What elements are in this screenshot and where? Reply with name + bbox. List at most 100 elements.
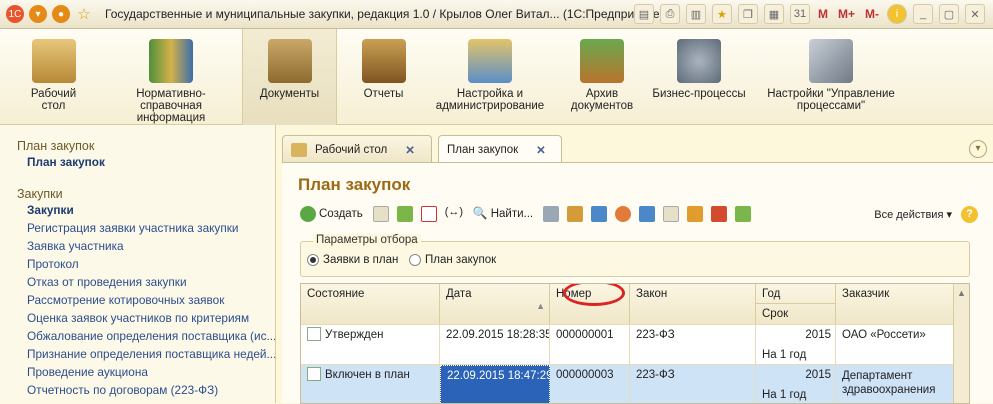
copy-icon[interactable] <box>372 206 389 222</box>
nav-item-refusal[interactable]: Отказ от проведения закупки <box>17 273 275 291</box>
nav-item-purchases[interactable]: Закупки <box>17 201 275 219</box>
section-label: Отчеты <box>363 88 404 100</box>
nav-item-plan[interactable]: План закупок <box>17 153 275 171</box>
radio-plan[interactable]: План закупок <box>409 254 496 266</box>
nav-item-registration[interactable]: Регистрация заявки участника закупки <box>17 219 275 237</box>
maximize-icon[interactable]: ▢ <box>939 4 959 24</box>
section-desktop[interactable]: Рабочий стол <box>16 29 91 125</box>
nav-item-contract-reports[interactable]: Отчетность по договорам (223-ФЗ) <box>17 381 275 399</box>
nav-item-criteria-evaluation[interactable]: Оценка заявок участников по критериям <box>17 309 275 327</box>
nav-item-quotation-review[interactable]: Рассмотрение котировочных заявок <box>17 291 275 309</box>
section-reports[interactable]: Отчеты <box>346 29 421 125</box>
content-area: Рабочий стол ✕ План закупок ✕ ▾ План зак… <box>282 125 993 404</box>
user-icon[interactable] <box>567 206 584 222</box>
find-button[interactable]: Найти... <box>491 208 533 220</box>
col-date[interactable]: Дата ▲ <box>440 284 550 324</box>
table-row[interactable]: Включен в план 22.09.2015 18:47:29 00000… <box>301 364 969 403</box>
save-icon[interactable]: ▤ <box>633 4 654 24</box>
status-cell: Утвержден <box>301 325 440 365</box>
col-status[interactable]: Состояние <box>301 284 440 324</box>
stop-icon[interactable] <box>615 206 632 222</box>
section-archive[interactable]: Архив документов <box>562 29 642 125</box>
back-circle-icon[interactable]: ● <box>52 5 70 23</box>
calculator-icon[interactable]: ▦ <box>763 4 784 24</box>
menu-dropdown-icon[interactable]: ▾ <box>29 5 47 23</box>
section-admin[interactable]: Настройка и администрирование <box>430 29 550 125</box>
col-term[interactable]: Срок <box>756 304 836 324</box>
calendar-icon[interactable]: 31 <box>789 4 810 24</box>
forward-arrow-icon[interactable] <box>639 206 656 222</box>
col-law[interactable]: Закон <box>630 284 756 324</box>
col-year[interactable]: Год <box>756 284 836 304</box>
scroll-up-icon[interactable]: ▲ <box>954 288 969 298</box>
close-tab-icon[interactable]: ✕ <box>405 143 415 157</box>
binders-icon <box>149 39 193 83</box>
create-button[interactable]: Создать <box>319 208 363 220</box>
status-cell: Включен в план <box>301 365 440 403</box>
app-logo-icon[interactable]: 1С <box>6 5 24 23</box>
purchase-plan-table: Состояние Дата ▲ Номер Закон Год Срок За… <box>300 283 970 404</box>
customer-line2: здравоохранения <box>842 384 936 396</box>
section-documents[interactable]: Документы <box>242 29 337 125</box>
cube-red-icon[interactable] <box>711 206 728 222</box>
close-icon[interactable]: ✕ <box>965 4 985 24</box>
tab-desktop[interactable]: Рабочий стол ✕ <box>282 135 432 163</box>
preview-icon[interactable]: ▥ <box>685 4 706 24</box>
year-cell: 2015 <box>756 365 836 385</box>
year-cell: 2015 <box>756 325 836 345</box>
memory-mminus-button[interactable]: M- <box>863 7 881 21</box>
memory-m-button[interactable]: M <box>816 7 830 21</box>
window-title: Государственные и муниципальные закупки,… <box>105 7 664 21</box>
section-label: Нормативно-справочная информация <box>136 88 206 124</box>
minimize-icon[interactable]: _ <box>913 4 933 24</box>
section-label: Архив документов <box>570 88 634 112</box>
close-tab-icon[interactable]: ✕ <box>536 143 546 157</box>
radio-requests[interactable]: Заявки в план <box>307 254 398 266</box>
brackets-icon[interactable]: (↔) <box>445 206 465 222</box>
nav-item-invalidation[interactable]: Признание определения поставщика недей..… <box>17 345 275 363</box>
create-icon <box>300 206 316 222</box>
nav-item-auction[interactable]: Проведение аукциона <box>17 363 275 381</box>
info-icon[interactable]: i <box>887 4 907 24</box>
table-row[interactable]: Утвержден 22.09.2015 18:28:35 000000001 … <box>301 324 969 365</box>
section-label: Рабочий стол <box>30 88 77 112</box>
vertical-scrollbar[interactable]: ▲ <box>953 284 969 403</box>
back-arrow-icon[interactable] <box>591 206 608 222</box>
nav-group-plan: План закупок <box>17 139 95 153</box>
copy-icon[interactable]: ❐ <box>737 4 758 24</box>
nav-group-purchases: Закупки <box>17 187 63 201</box>
filter-group: Параметры отбора Заявки в план План заку… <box>300 234 970 277</box>
title-bar: 1С ▾ ● ☆ Государственные и муниципальные… <box>0 0 993 29</box>
memory-mplus-button[interactable]: M+ <box>836 7 857 21</box>
filter-legend: Параметры отбора <box>313 234 421 246</box>
radio-unselected-icon <box>409 254 421 266</box>
status-text: Включен в план <box>325 369 410 381</box>
document-copy-icon[interactable] <box>663 206 680 222</box>
delete-mark-icon[interactable] <box>420 206 437 222</box>
nav-item-protocol[interactable]: Протокол <box>17 255 275 273</box>
cube-orange-icon[interactable] <box>687 206 704 222</box>
approved-doc-icon <box>307 326 321 341</box>
section-process-settings[interactable]: Настройки "Управление процессами" <box>756 29 906 125</box>
nav-item-application[interactable]: Заявка участника <box>17 237 275 255</box>
term-cell: На 1 год <box>756 385 836 403</box>
favorites-add-icon[interactable]: ★ <box>711 4 732 24</box>
customer-cell: Департамент здравоохранения <box>836 365 954 403</box>
print-icon[interactable]: ⎙ <box>659 4 680 24</box>
col-date-label: Дата <box>446 288 472 300</box>
section-business-processes[interactable]: Бизнес-процессы <box>650 29 748 125</box>
gears-icon <box>677 39 721 83</box>
tab-plan[interactable]: План закупок ✕ <box>438 135 562 163</box>
nav-item-appeal[interactable]: Обжалование определения поставщика (ис..… <box>17 327 275 345</box>
star-favorites-icon[interactable]: ☆ <box>75 5 93 23</box>
date-cell-selected[interactable]: 22.09.2015 18:47:29 <box>440 365 550 403</box>
col-customer[interactable]: Заказчик <box>836 284 954 324</box>
tabs-menu-icon[interactable]: ▾ <box>969 140 987 158</box>
cancel-search-icon[interactable] <box>543 206 560 222</box>
checklist-icon[interactable] <box>735 206 752 222</box>
sections-panel: Рабочий стол Нормативно-справочная инфор… <box>0 29 993 125</box>
edit-icon[interactable] <box>396 206 413 222</box>
all-actions-button[interactable]: Все действия ▾ <box>874 208 952 221</box>
section-reference[interactable]: Нормативно-справочная информация <box>104 29 238 125</box>
help-icon[interactable]: ? <box>961 205 978 223</box>
